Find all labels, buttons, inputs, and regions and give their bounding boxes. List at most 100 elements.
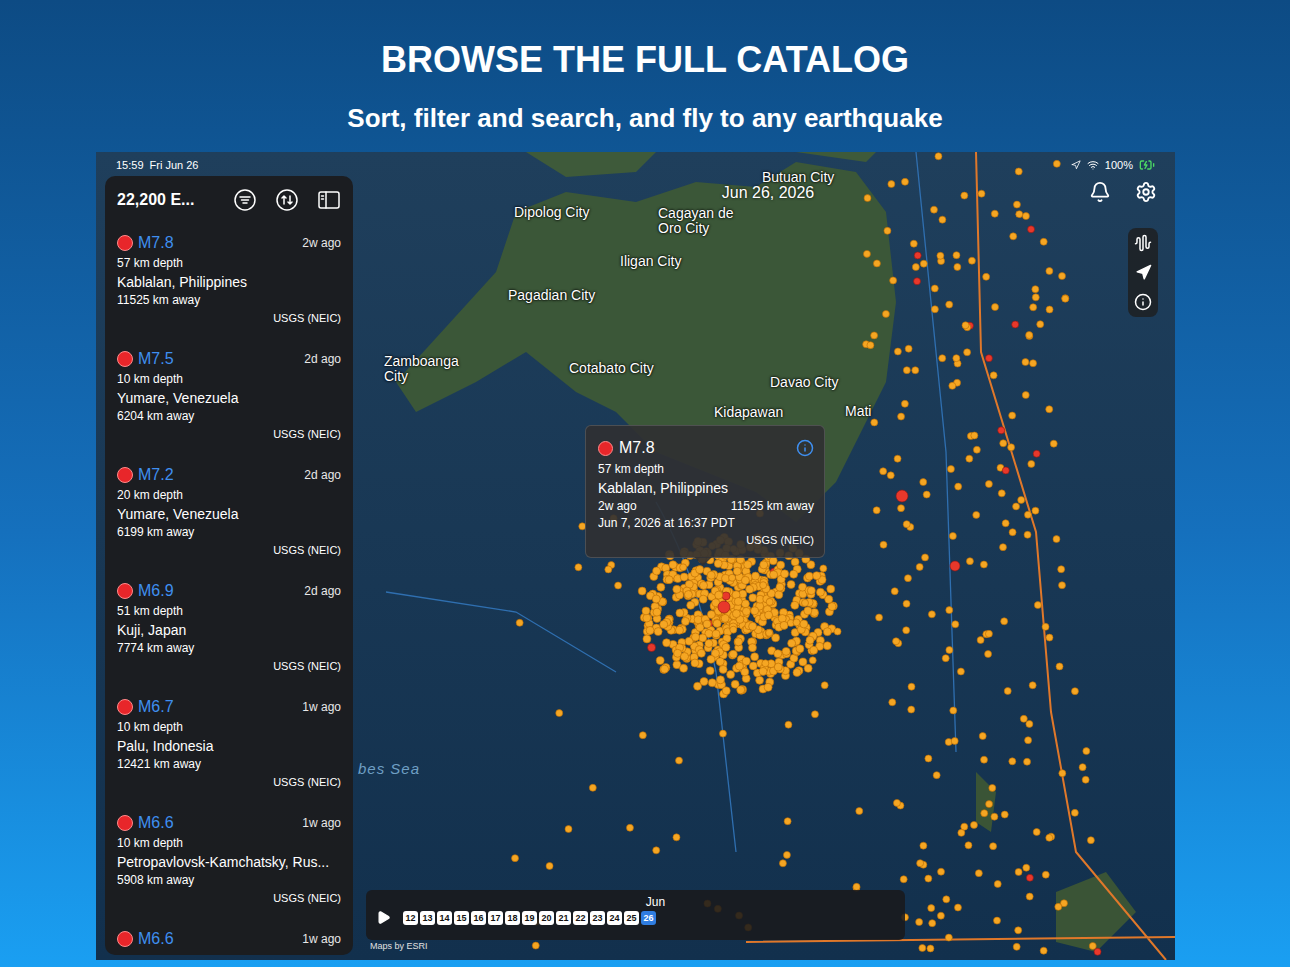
timeline-day[interactable]: 16 [471, 911, 486, 925]
magnitude: M7.2 [138, 466, 299, 484]
earthquake-row[interactable]: M7.8 2w ago 57 km depthKablalan, Philippin… [105, 224, 353, 340]
panel-header: 22,200 E... [105, 176, 353, 224]
quake-tooltip[interactable]: M7.857 km depthKablalan, Philippines2w a… [585, 425, 825, 558]
time-ago: 2d ago [304, 468, 341, 482]
gear-icon[interactable] [1135, 181, 1157, 203]
earthquake-list[interactable]: M7.8 2w ago 57 km depthKablalan, Philippin… [105, 224, 353, 955]
place: Petropavlovsk-Kamchatsky, Rus... [117, 852, 341, 872]
timeline-day[interactable]: 14 [437, 911, 452, 925]
source: USGS (NEIC) [117, 773, 341, 791]
source: USGS (NEIC) [117, 425, 341, 443]
play-button[interactable] [376, 910, 391, 925]
info-icon[interactable] [796, 439, 814, 457]
magnitude: M6.6 [138, 930, 297, 948]
distance: 11525 km away [117, 292, 341, 309]
place: Yumare, Venezuela [117, 504, 341, 524]
timeline-day[interactable]: 12 [403, 911, 418, 925]
timeline-day[interactable]: 15 [454, 911, 469, 925]
depth: 20 km depth [117, 486, 341, 504]
map-toolbar [1128, 228, 1158, 317]
promo-title: BROWSE THE FULL CATALOG [381, 38, 909, 82]
magnitude-dot [117, 699, 133, 715]
distance: 5908 km away [117, 872, 341, 889]
earthquake-row[interactable]: M6.6 1w ago [105, 920, 353, 955]
city-label: Cotabato City [569, 361, 654, 376]
city-label: Mati [845, 404, 871, 419]
earthquake-row[interactable]: M7.52d ago10 km depthYumare, Venezuela62… [105, 340, 353, 456]
time-ago: 2w ago [302, 236, 341, 250]
timeline-day[interactable]: 25 [624, 911, 639, 925]
event-count: 22,200 E... [117, 191, 215, 209]
timeline-day[interactable]: 18 [505, 911, 520, 925]
play-icon [376, 910, 391, 925]
time-ago: 2d ago [304, 584, 341, 598]
land-islands [976, 772, 1136, 952]
city-label: Kidapawan [714, 405, 783, 420]
tooltip-depth: 57 km depth [598, 460, 814, 478]
magnitude-dot [117, 583, 133, 599]
distance: 7774 km away [117, 640, 341, 657]
top-controls [1089, 181, 1157, 203]
depth: 57 km depth [117, 254, 341, 272]
timeline-day[interactable]: 22 [573, 911, 588, 925]
magnitude-dot [117, 467, 133, 483]
place: Kablalan, Philippines [117, 272, 341, 292]
bell-icon[interactable] [1089, 181, 1111, 203]
timeline-day[interactable]: 13 [420, 911, 435, 925]
sidebar-icon[interactable] [317, 188, 341, 212]
earthquake-row[interactable]: M7.22d ago20 km depthYumare, Venezuela61… [105, 456, 353, 572]
magnitude-dot [117, 351, 133, 367]
depth: 51 km depth [117, 602, 341, 620]
map-attribution: Maps by ESRI [370, 941, 428, 951]
catalog-panel: 22,200 E... M7.8 2w ago 57 km depthKablalan… [105, 176, 353, 955]
distance: 12421 km away [117, 756, 341, 773]
magnitude: M7.8 [138, 234, 297, 252]
navigation-icon[interactable] [1135, 264, 1152, 281]
waveform-icon[interactable] [1134, 234, 1152, 252]
filter-icon[interactable] [233, 188, 257, 212]
city-label: Zamboanga City [384, 354, 464, 384]
timeline-month: Jun [646, 894, 665, 910]
tooltip-time: 2w ago [598, 498, 637, 515]
distance: 6204 km away [117, 408, 341, 425]
tooltip-source: USGS (NEIC) [598, 532, 814, 549]
timeline-day[interactable]: 24 [607, 911, 622, 925]
tooltip-magnitude: M7.8 [619, 439, 790, 457]
tooltip-datetime: Jun 7, 2026 at 16:37 PDT [598, 515, 814, 532]
sea-label: bes Sea [358, 760, 420, 777]
time-ago: 1w ago [302, 700, 341, 714]
info-icon[interactable] [1134, 293, 1152, 311]
timeline-day[interactable]: 20 [539, 911, 554, 925]
timeline-day[interactable]: 21 [556, 911, 571, 925]
timeline-day[interactable]: 26 [641, 911, 656, 925]
city-label: Davao City [770, 375, 838, 390]
app-screen: 15:59Fri Jun 26100% 22,200 E... M7.8 2w ago… [96, 152, 1175, 960]
place: Palu, Indonesia [117, 736, 341, 756]
depth: 10 km depth [117, 834, 341, 852]
magnitude: M6.7 [138, 698, 297, 716]
timeline-day[interactable]: 17 [488, 911, 503, 925]
magnitude: M6.9 [138, 582, 299, 600]
magnitude-dot [598, 441, 613, 456]
city-label: Pagadian City [508, 288, 595, 303]
time-ago: 1w ago [302, 932, 341, 946]
depth: 10 km depth [117, 370, 341, 388]
location-icon [1071, 160, 1081, 170]
source: USGS (NEIC) [117, 889, 341, 907]
magnitude-dot [117, 931, 133, 947]
page: BROWSE THE FULL CATALOGSort, filter and … [0, 0, 1290, 967]
sort-icon[interactable] [275, 188, 299, 212]
depth: 10 km depth [117, 718, 341, 736]
time-ago: 2d ago [304, 352, 341, 366]
time-ago: 1w ago [302, 816, 341, 830]
timeline-day[interactable]: 23 [590, 911, 605, 925]
earthquake-row[interactable]: M6.9 2d ago 51 km depthKuji, Japan7774 km … [105, 572, 353, 688]
place: Kuji, Japan [117, 620, 341, 640]
city-label: Dipolog City [514, 205, 589, 220]
status-bar: 15:59Fri Jun 26100% [116, 157, 1155, 173]
status-date: Fri Jun 26 [150, 159, 199, 171]
earthquake-row[interactable]: M6.61w ago10 km depthPetropavlovsk-Kamch… [105, 804, 353, 920]
wifi-icon [1087, 159, 1099, 171]
earthquake-row[interactable]: M6.7 1w ago 10 km depthPalu, Indonesia1242… [105, 688, 353, 804]
timeline-day[interactable]: 19 [522, 911, 537, 925]
